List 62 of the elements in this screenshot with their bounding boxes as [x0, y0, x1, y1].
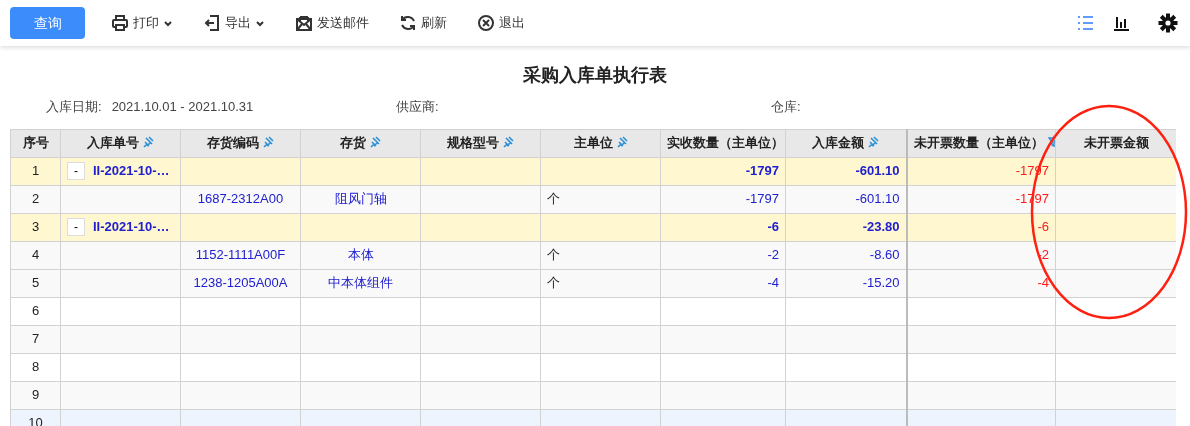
refresh-button[interactable]: 刷新 — [395, 11, 451, 35]
collapse-button[interactable]: - — [67, 218, 85, 237]
row-number: 1 — [31, 163, 40, 179]
table-cell[interactable]: 本体 — [347, 247, 374, 263]
table-cell: 个 — [547, 275, 560, 291]
pin-icon — [370, 136, 381, 149]
table-cell: -8.60 — [869, 247, 900, 263]
column-header[interactable]: 入库单号 — [60, 129, 181, 157]
table-cell: -4 — [767, 275, 779, 291]
close-circle-icon — [477, 14, 495, 32]
column-header[interactable]: 主单位 — [540, 129, 661, 157]
filter-label: 仓库: — [771, 98, 801, 116]
row-number: 8 — [31, 359, 40, 375]
refresh-icon — [399, 14, 417, 32]
table-cell: -4 — [1037, 275, 1049, 291]
column-header[interactable]: 存货 — [300, 129, 421, 157]
table-cell: -23.80 — [862, 219, 900, 235]
filter-value: 2021.10.01 - 2021.10.31 — [111, 98, 254, 116]
print-button[interactable]: 打印 — [107, 11, 177, 35]
table-cell: 个 — [547, 191, 560, 207]
table-cell: -6 — [767, 219, 779, 235]
column-header[interactable]: 实收数量（主单位） — [660, 129, 786, 157]
column-header[interactable]: 入库金额 — [785, 129, 907, 157]
column-header[interactable]: 未开票数量（主单位） — [906, 129, 1056, 157]
printer-icon — [111, 14, 129, 32]
collapse-button[interactable]: - — [67, 162, 85, 181]
exit-button[interactable]: 退出 — [473, 11, 529, 35]
table-cell: 个 — [547, 247, 560, 263]
pin-icon — [263, 136, 274, 149]
pin-icon — [868, 136, 880, 149]
column-header[interactable]: 未开票金额 — [1055, 129, 1176, 157]
report-title: 采购入库单执行表 — [522, 64, 668, 87]
table-cell: -2 — [767, 247, 779, 263]
row-number: 5 — [31, 275, 40, 291]
row-number: 4 — [31, 247, 40, 263]
filter-label: 入库日期: — [46, 98, 102, 116]
column-header[interactable]: 规格型号 — [420, 129, 541, 157]
table-cell: -1797 — [745, 191, 779, 207]
export-button[interactable]: 导出 — [199, 11, 269, 35]
mail-button[interactable]: 发送邮件 — [291, 11, 373, 35]
table-cell: -601.10 — [855, 191, 900, 207]
row-number: 9 — [31, 387, 40, 403]
row-number: 3 — [31, 219, 40, 235]
table-cell[interactable]: II-2021-10-… — [93, 163, 170, 179]
column-header[interactable]: 序号 — [10, 129, 61, 157]
table-cell: -15.20 — [862, 275, 900, 291]
row-number: 2 — [31, 191, 40, 207]
filter-icon — [1047, 136, 1055, 149]
pin-icon — [503, 136, 514, 149]
table-cell: -1797 — [745, 163, 779, 179]
exit-arrow-icon — [203, 14, 221, 32]
settings-button[interactable] — [1156, 11, 1180, 35]
column-header[interactable]: 存货编码 — [180, 129, 301, 157]
table-cell[interactable]: II-2021-10-… — [93, 219, 170, 235]
table-cell: -6 — [1037, 219, 1049, 235]
row-number: 6 — [31, 303, 40, 319]
filter-label: 供应商: — [396, 98, 439, 116]
envelope-icon — [295, 14, 313, 32]
pin-icon — [616, 136, 628, 149]
row-number: 7 — [31, 331, 40, 347]
table-cell: -601.10 — [855, 163, 900, 179]
pin-icon — [143, 136, 154, 149]
